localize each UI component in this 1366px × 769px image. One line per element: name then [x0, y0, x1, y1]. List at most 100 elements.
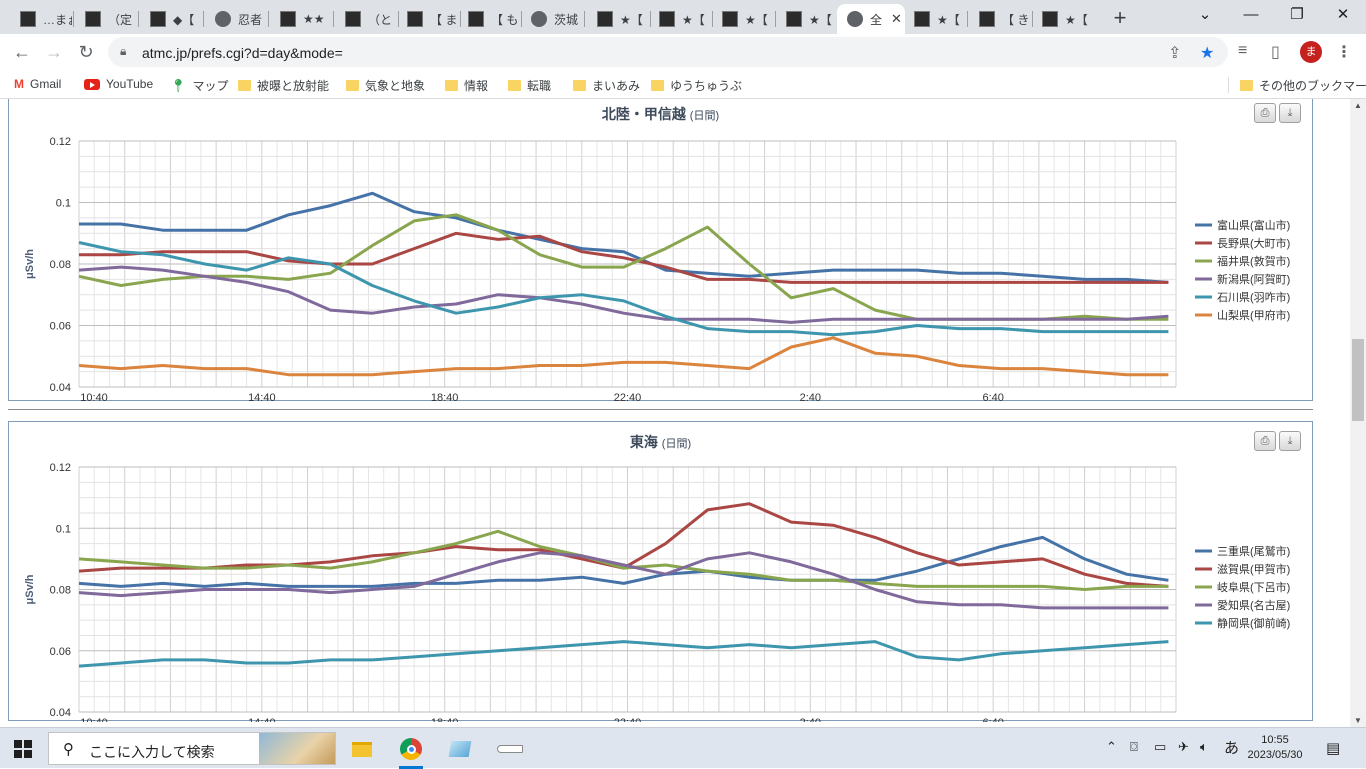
vertical-scrollbar[interactable]: ▲ ▼: [1350, 99, 1366, 727]
tab-search-button[interactable]: ⌄: [1182, 4, 1228, 26]
site-icon: [280, 11, 296, 27]
tab[interactable]: 忍者: [205, 4, 267, 34]
tab-label: ★【: [745, 12, 768, 27]
tab[interactable]: 【 も: [458, 4, 520, 34]
bookmark-label: まいあみ: [592, 79, 641, 93]
site-icon: [150, 11, 166, 27]
tab-separator: [967, 11, 968, 27]
scroll-down-arrow[interactable]: ▼: [1350, 716, 1366, 725]
notification-icon[interactable]: ▤: [1326, 739, 1340, 757]
bookmark-item[interactable]: ゆうちゅうぶ: [651, 77, 742, 94]
ime-indicator[interactable]: あ: [1224, 737, 1239, 758]
bookmark-item[interactable]: 情報: [445, 77, 488, 94]
file-explorer-taskbar-button[interactable]: [342, 733, 382, 765]
close-window-button[interactable]: ✕: [1320, 4, 1366, 26]
site-icon: [20, 11, 36, 27]
tab-separator: [73, 11, 74, 27]
reload-button[interactable]: ↻: [74, 40, 98, 64]
legend-item: 三重県(尾鷲市): [1217, 544, 1290, 558]
tray-overflow-icon[interactable]: ⌃: [1106, 739, 1117, 755]
address-url[interactable]: atmc.jp/prefs.cgi?d=day&mode=: [142, 45, 343, 61]
chrome-taskbar-button[interactable]: [391, 733, 431, 769]
x-tick-label: 18:40: [431, 717, 459, 722]
bookmark-item[interactable]: まいあみ: [573, 77, 640, 94]
legend-item: 静岡県(御前崎): [1217, 616, 1290, 630]
series-line: [78, 640, 1169, 668]
tab[interactable]: （定: [75, 4, 137, 34]
minimize-button[interactable]: —: [1228, 4, 1274, 26]
youtube-icon: [84, 78, 100, 90]
forward-button[interactable]: →: [42, 40, 66, 64]
folder-icon: [1240, 80, 1253, 91]
x-tick-label: 14:40: [248, 392, 276, 402]
tab[interactable]: ★【: [1032, 4, 1094, 34]
tab-label: （と: [368, 12, 393, 27]
tab[interactable]: 茨城: [521, 4, 583, 34]
other-bookmarks[interactable]: その他のブックマーク: [1240, 77, 1366, 94]
battery-icon[interactable]: ▭: [1154, 739, 1166, 755]
tab[interactable]: …まぉ: [10, 4, 72, 34]
bookmark-item[interactable]: YouTube: [84, 77, 153, 91]
bookmark-item[interactable]: 被曝と放射能: [238, 77, 329, 94]
browser-toolbar: ← → ↻ 🔒︎ atmc.jp/prefs.cgi?d=day&mode= ⇪…: [0, 34, 1366, 71]
share-icon[interactable]: ⇪: [1168, 43, 1181, 63]
close-tab-icon[interactable]: ✕: [891, 11, 902, 27]
tab[interactable]: ★【: [712, 4, 774, 34]
tab[interactable]: ★【: [649, 4, 711, 34]
bookmark-item[interactable]: 気象と地象: [346, 77, 425, 94]
panel-divider: [8, 409, 1313, 410]
bookmark-label: 情報: [464, 79, 489, 93]
start-button[interactable]: [14, 740, 32, 758]
volume-icon[interactable]: 🔈︎: [1200, 739, 1208, 755]
bookmark-item[interactable]: 📍︎ マップ: [170, 77, 229, 94]
tab[interactable]: 【 ま: [397, 4, 459, 34]
tab-separator: [584, 11, 585, 27]
tab[interactable]: ★【: [587, 4, 649, 34]
clock[interactable]: 10:55 2023/05/30: [1240, 733, 1310, 763]
app-icon: [448, 741, 472, 757]
tab-label: （定: [108, 12, 133, 27]
lock-icon[interactable]: 🔒︎: [120, 44, 126, 59]
scroll-up-arrow[interactable]: ▲: [1350, 101, 1366, 110]
restore-button[interactable]: ❐: [1274, 4, 1320, 26]
tab[interactable]: （と: [335, 4, 397, 34]
tab-label: 全: [870, 12, 883, 27]
bookmark-item[interactable]: M Gmail: [14, 77, 61, 91]
x-tick-label: 10:40: [80, 392, 108, 402]
folder-icon: [445, 80, 458, 91]
y-tick-label: 0.1: [56, 198, 71, 210]
bookmark-star-icon[interactable]: ★: [1200, 43, 1214, 63]
reading-list-icon[interactable]: ≡: [1238, 42, 1247, 60]
bookmark-label: 被曝と放射能: [257, 79, 330, 93]
tab[interactable]: ◆【: [140, 4, 202, 34]
taskbar-search-text[interactable]: ここに入力して検索: [89, 742, 215, 762]
tab[interactable]: ★【: [904, 4, 966, 34]
search-highlight-image: [259, 733, 335, 764]
app-taskbar-button[interactable]: [490, 733, 530, 765]
tab[interactable]: ★【: [776, 4, 838, 34]
site-icon: [979, 11, 995, 27]
bookmark-item[interactable]: 転職: [508, 77, 551, 94]
x-tick-label: 10:40: [80, 717, 108, 722]
taskbar-search-box[interactable]: ⚲ ここに入力して検索: [48, 732, 336, 765]
line-chart: 0.04 0.06 0.08 0.1 0.12 μSv/h 10:40 14:40 18:40 2…: [24, 462, 1290, 722]
tab-active[interactable]: 全 ✕: [837, 4, 905, 34]
scrollbar-thumb[interactable]: [1352, 339, 1364, 421]
meet-now-icon[interactable]: ⌼: [1130, 739, 1138, 755]
legend-item: 山梨県(甲府市): [1217, 308, 1290, 322]
site-icon: [722, 11, 738, 27]
profile-avatar[interactable]: ま: [1300, 41, 1322, 63]
new-tab-button[interactable]: +: [1108, 5, 1132, 31]
menu-kebab-icon[interactable]: ⋮: [1336, 42, 1352, 62]
airplane-mode-icon[interactable]: ✈︎: [1178, 739, 1189, 755]
tab[interactable]: 【 き: [969, 4, 1031, 34]
tab[interactable]: ★★: [270, 4, 332, 34]
bookmark-label: 転職: [527, 79, 552, 93]
site-icon: [468, 11, 484, 27]
back-button[interactable]: ←: [10, 40, 34, 64]
tab-label: ★★: [303, 12, 325, 26]
x-tick-label: 6:40: [982, 392, 1003, 402]
address-bar[interactable]: 🔒︎ atmc.jp/prefs.cgi?d=day&mode= ⇪ ★: [108, 37, 1228, 67]
side-panel-icon[interactable]: ▯: [1271, 42, 1280, 62]
app-taskbar-button[interactable]: [440, 733, 480, 765]
